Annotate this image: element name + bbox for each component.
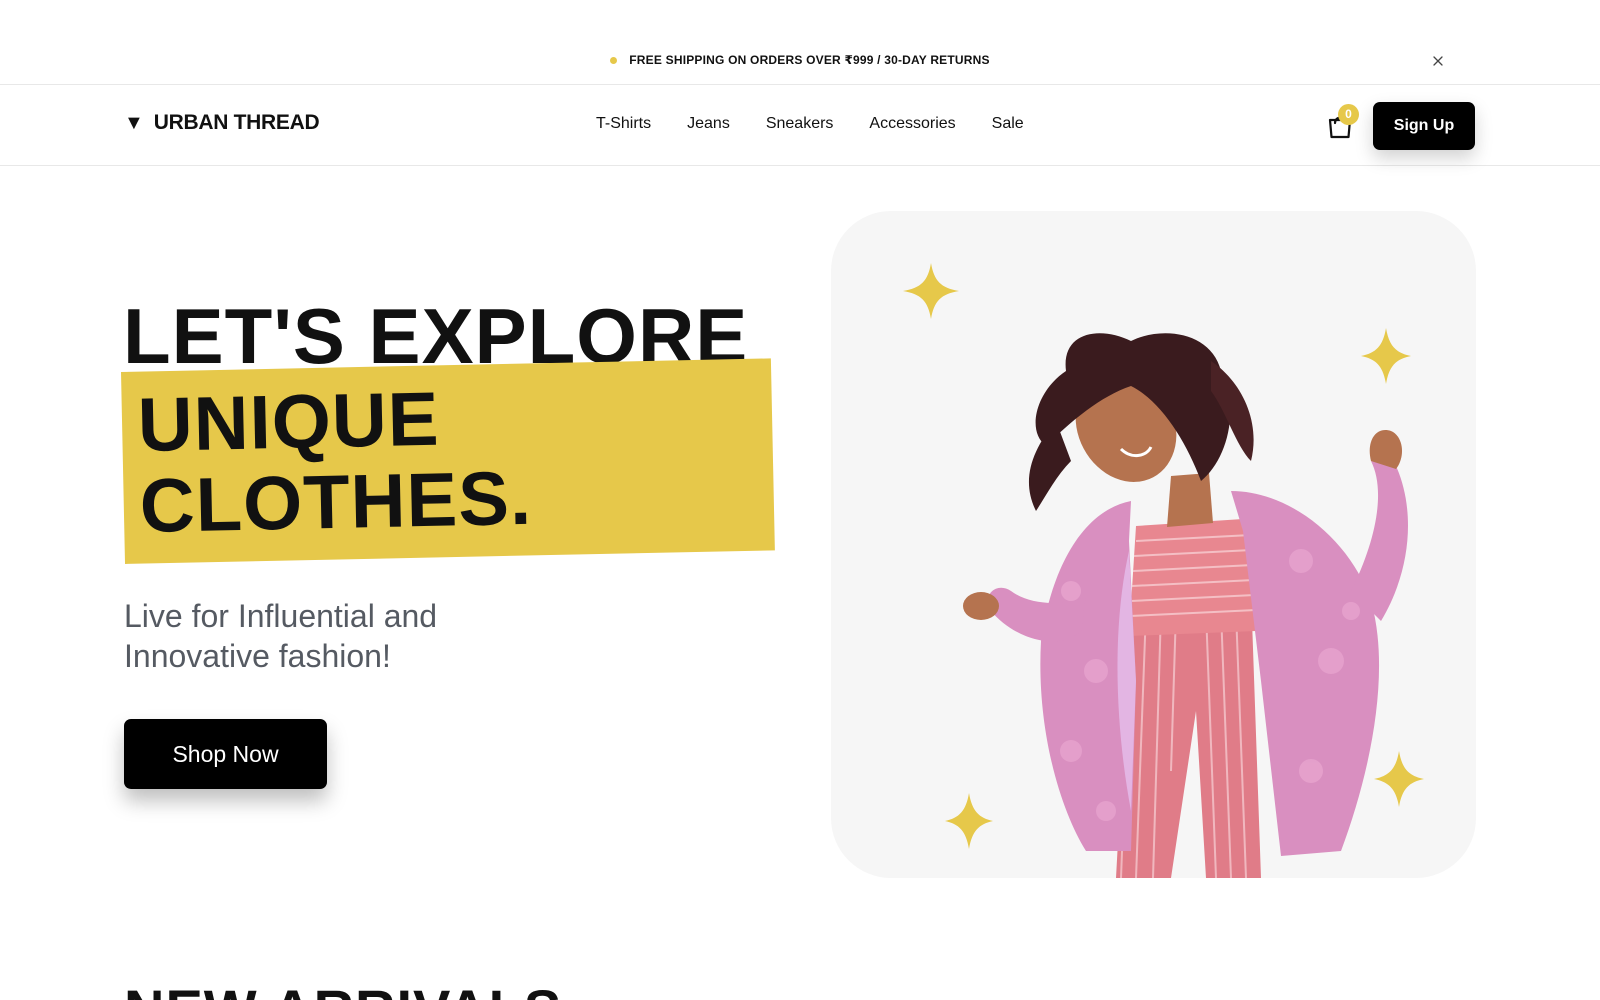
- announcement-text: FREE SHIPPING ON ORDERS OVER ₹999 / 30-D…: [629, 53, 990, 67]
- shop-now-button[interactable]: Shop Now: [124, 719, 327, 789]
- main-nav: T-Shirts Jeans Sneakers Accessories Sale: [596, 114, 1024, 134]
- sign-up-button[interactable]: Sign Up: [1373, 102, 1475, 150]
- cart-count-badge: 0: [1338, 104, 1359, 125]
- nav-item-jeans[interactable]: Jeans: [687, 114, 730, 134]
- model-illustration: [903, 263, 1424, 878]
- logo-triangle-icon: ▼: [124, 112, 144, 134]
- announcement-content: FREE SHIPPING ON ORDERS OVER ₹999 / 30-D…: [0, 53, 1600, 67]
- new-arrivals-heading: NEW ARRIVALS: [124, 980, 562, 1000]
- nav-item-sale[interactable]: Sale: [992, 114, 1024, 134]
- hero-subtitle: Live for Influential and Innovative fash…: [124, 598, 438, 674]
- close-icon[interactable]: [1431, 54, 1445, 68]
- sparkle-icon: [903, 263, 959, 319]
- announcement-bar: FREE SHIPPING ON ORDERS OVER ₹999 / 30-D…: [0, 0, 1600, 85]
- hero-heading-line-2: UNIQUE: [136, 376, 441, 468]
- nav-item-t-shirts[interactable]: T-Shirts: [596, 114, 651, 134]
- hero-image-card: [831, 211, 1476, 878]
- logo-text: URBAN THREAD: [153, 111, 320, 134]
- nav-item-sneakers[interactable]: Sneakers: [766, 114, 834, 134]
- nav-item-accessories[interactable]: Accessories: [869, 114, 955, 134]
- announcement-dot: [610, 56, 618, 64]
- site-header: ▼ URBAN THREAD T-Shirts Jeans Sneakers A…: [0, 86, 1600, 166]
- brand-logo[interactable]: ▼ URBAN THREAD: [124, 111, 320, 135]
- hero-heading-line-3: CLOTHES.: [138, 455, 533, 549]
